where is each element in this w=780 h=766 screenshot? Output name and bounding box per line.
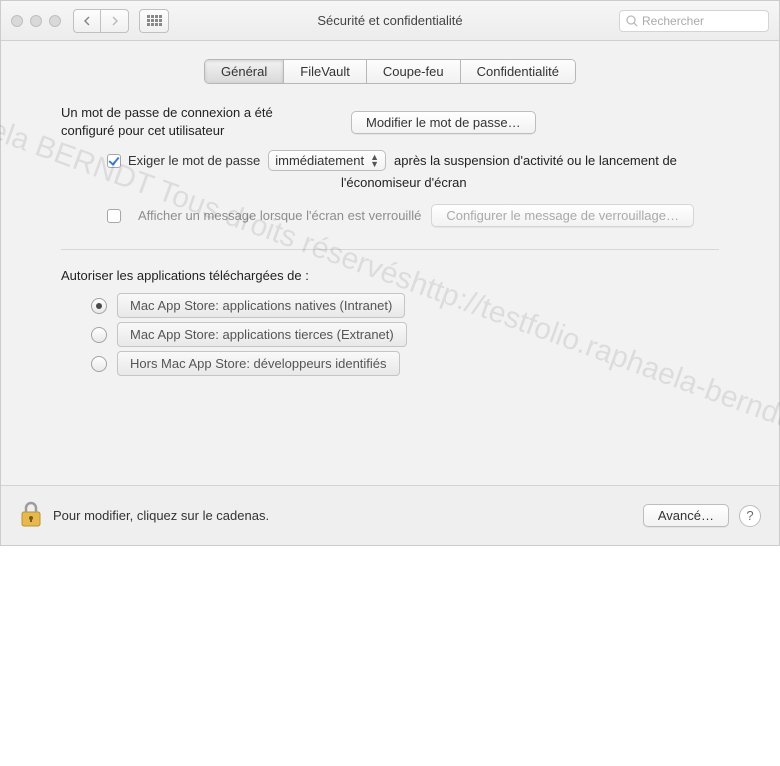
titlebar: Sécurité et confidentialité Rechercher xyxy=(1,1,779,41)
search-icon xyxy=(626,15,638,27)
show-all-button[interactable] xyxy=(139,9,169,33)
search-input[interactable]: Rechercher xyxy=(619,10,769,32)
window-controls xyxy=(11,15,61,27)
chevron-left-icon xyxy=(83,16,91,26)
download-option-extranet-row: Mac App Store: applications tierces (Ext… xyxy=(91,322,719,347)
search-placeholder: Rechercher xyxy=(642,14,704,28)
require-password-row: Exiger le mot de passe immédiatement ▲▼ … xyxy=(61,150,719,171)
download-options: Mac App Store: applications natives (Int… xyxy=(61,293,719,376)
lock-icon[interactable] xyxy=(19,500,43,531)
download-option-intranet-label: Mac App Store: applications natives (Int… xyxy=(117,293,405,318)
password-delay-value: immédiatement xyxy=(275,153,364,168)
download-option-extranet-radio[interactable] xyxy=(91,327,107,343)
require-password-checkbox[interactable] xyxy=(107,154,121,168)
lock-message-checkbox[interactable] xyxy=(107,209,121,223)
general-section: Un mot de passe de connexion a été confi… xyxy=(21,104,759,376)
grid-icon xyxy=(147,15,162,26)
chevron-right-icon xyxy=(111,16,119,26)
bottom-bar: Pour modifier, cliquez sur le cadenas. A… xyxy=(1,485,779,545)
help-button[interactable]: ? xyxy=(739,505,761,527)
zoom-icon[interactable] xyxy=(49,15,61,27)
change-password-button[interactable]: Modifier le mot de passe… xyxy=(351,111,536,134)
lock-message-label: Afficher un message lorsque l'écran est … xyxy=(138,208,421,223)
download-option-identified-radio[interactable] xyxy=(91,356,107,372)
lock-message-row: Afficher un message lorsque l'écran est … xyxy=(61,204,719,227)
download-option-identified-label: Hors Mac App Store: développeurs identif… xyxy=(117,351,400,376)
download-option-intranet-radio[interactable] xyxy=(91,298,107,314)
download-option-intranet-row: Mac App Store: applications natives (Int… xyxy=(91,293,719,318)
download-option-extranet-label: Mac App Store: applications tierces (Ext… xyxy=(117,322,407,347)
select-arrows-icon: ▲▼ xyxy=(370,154,379,168)
require-password-label: Exiger le mot de passe xyxy=(128,153,260,168)
tabs: Général FileVault Coupe-feu Confidential… xyxy=(204,59,576,84)
download-heading: Autoriser les applications téléchargées … xyxy=(61,268,719,283)
close-icon[interactable] xyxy=(11,15,23,27)
advanced-button[interactable]: Avancé… xyxy=(643,504,729,527)
preferences-window: Sécurité et confidentialité Rechercher G… xyxy=(0,0,780,546)
password-delay-select[interactable]: immédiatement ▲▼ xyxy=(268,150,386,171)
tab-privacy[interactable]: Confidentialité xyxy=(461,60,575,83)
minimize-icon[interactable] xyxy=(30,15,42,27)
lock-hint-text: Pour modifier, cliquez sur le cadenas. xyxy=(53,508,269,523)
tab-firewall[interactable]: Coupe-feu xyxy=(367,60,461,83)
nav-buttons xyxy=(73,9,129,33)
download-option-identified-row: Hors Mac App Store: développeurs identif… xyxy=(91,351,719,376)
tab-filevault[interactable]: FileVault xyxy=(284,60,367,83)
back-button[interactable] xyxy=(73,9,101,33)
require-password-after-label-2: l'économiseur d'écran xyxy=(61,175,719,190)
tab-general[interactable]: Général xyxy=(205,60,284,83)
require-password-after-label: après la suspension d'activité ou le lan… xyxy=(394,153,677,168)
content-area: Général FileVault Coupe-feu Confidential… xyxy=(1,41,779,485)
password-intro-row: Un mot de passe de connexion a été confi… xyxy=(61,104,719,140)
divider xyxy=(61,249,719,250)
configure-lock-message-button[interactable]: Configurer le message de verrouillage… xyxy=(431,204,694,227)
forward-button[interactable] xyxy=(101,9,129,33)
password-intro-text: Un mot de passe de connexion a été confi… xyxy=(61,104,321,140)
